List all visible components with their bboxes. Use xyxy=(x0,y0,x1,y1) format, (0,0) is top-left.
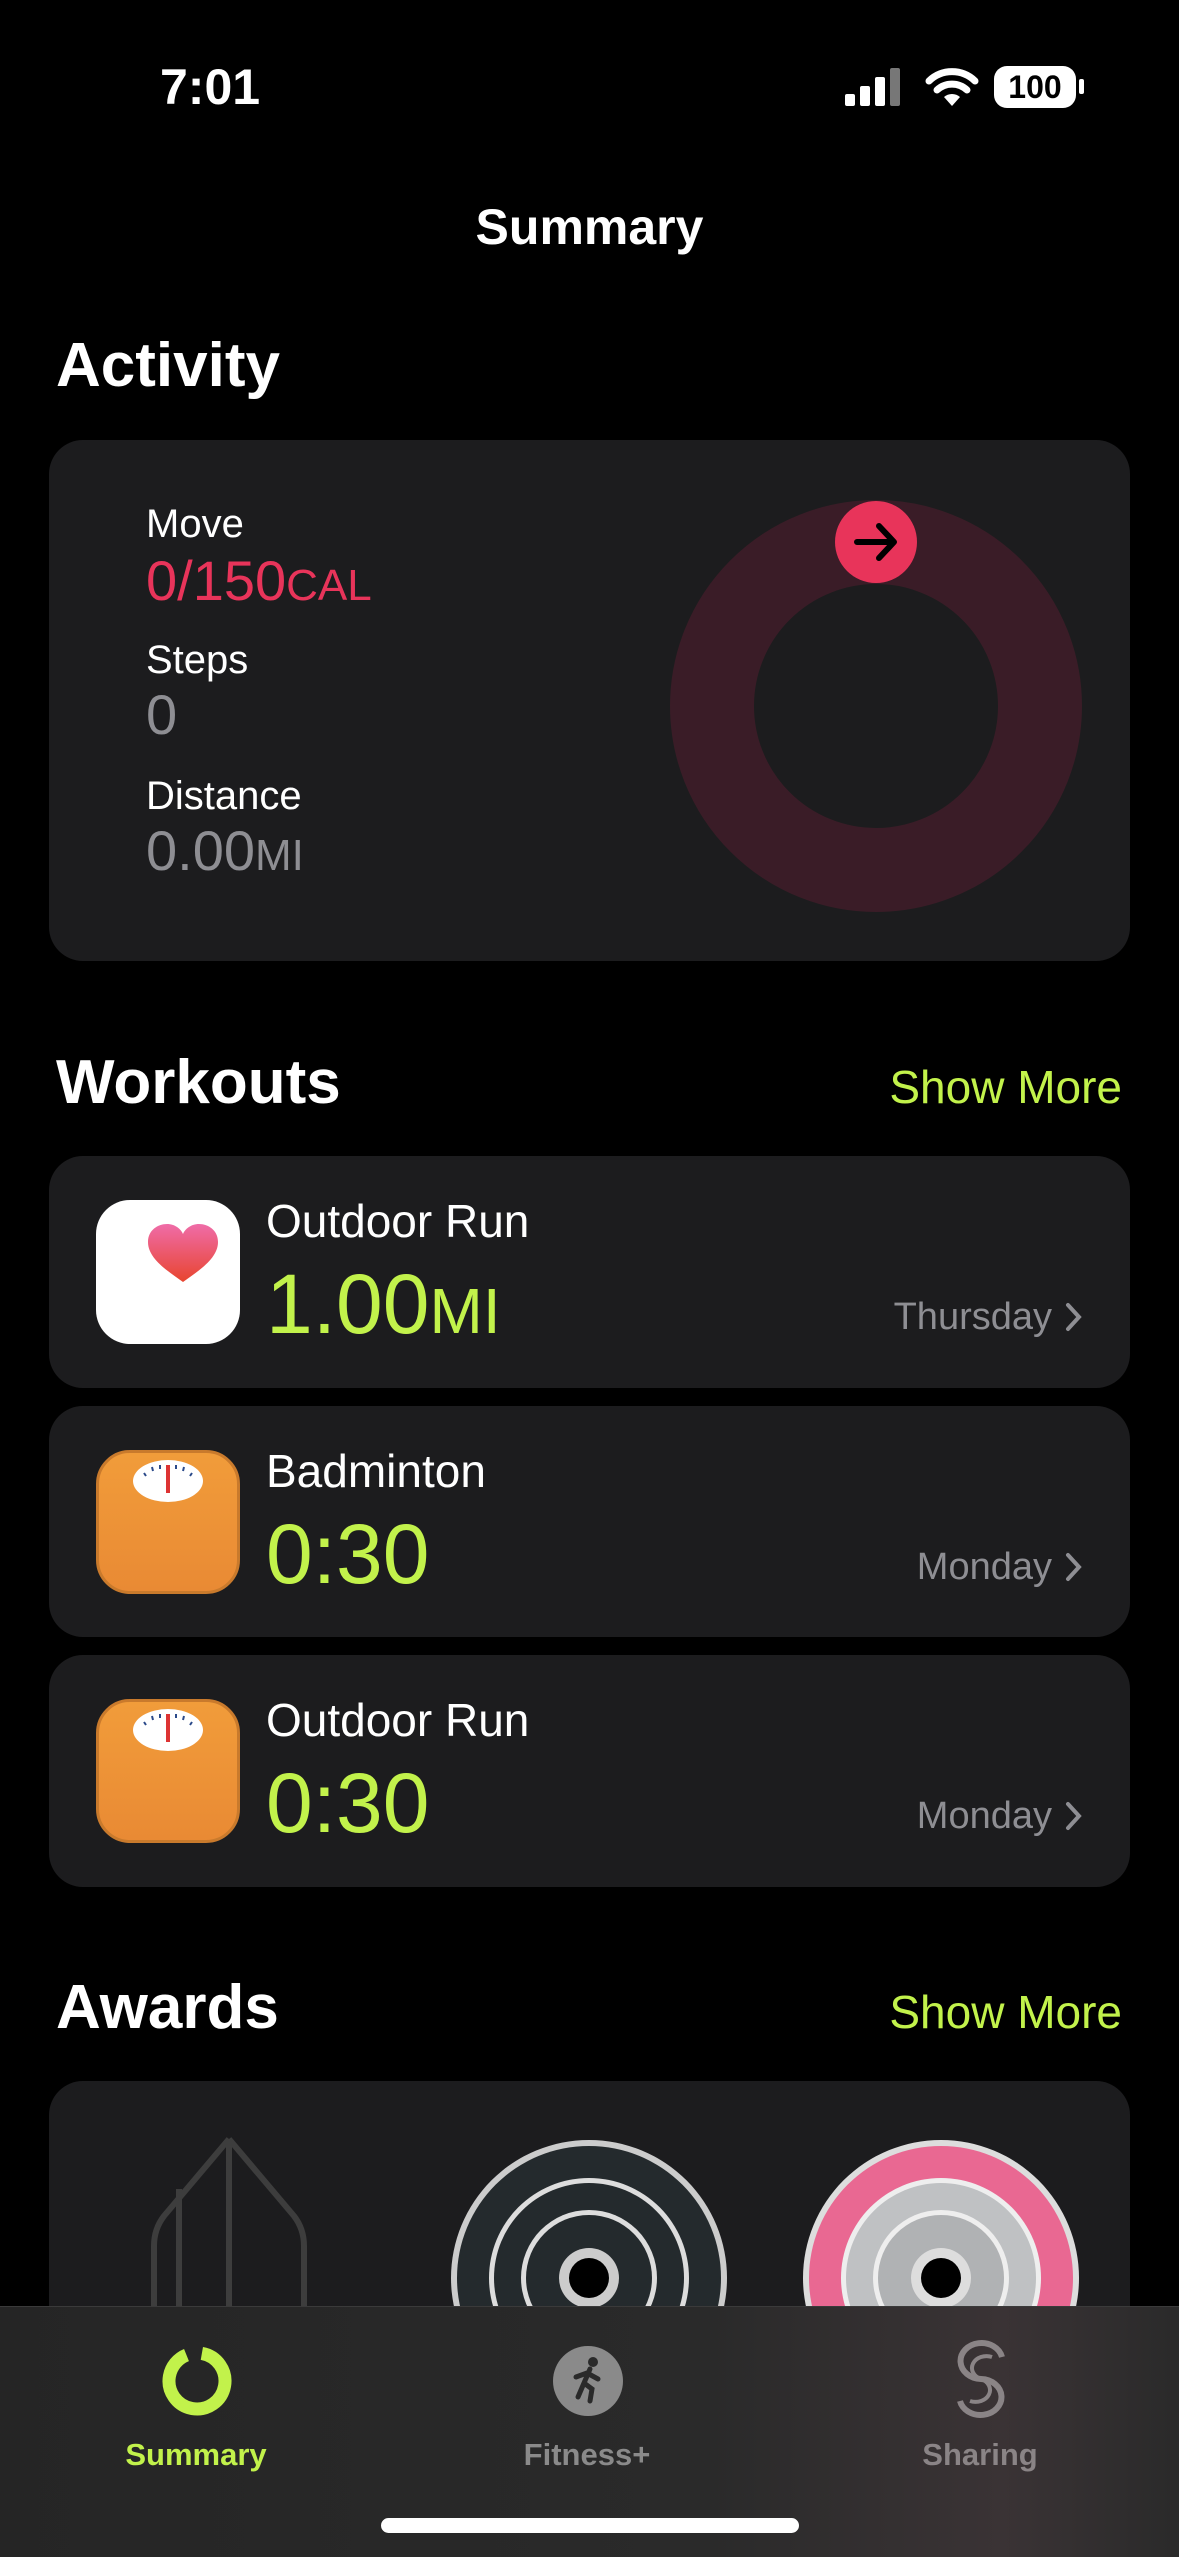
scale-icon xyxy=(96,1699,240,1843)
page-title: Summary xyxy=(475,199,704,255)
wifi-icon xyxy=(925,68,979,106)
distance-unit: MI xyxy=(255,831,304,880)
move-value: 0/150CAL xyxy=(146,548,372,613)
workout-name: Outdoor Run xyxy=(266,1694,530,1746)
health-heart-icon xyxy=(96,1200,240,1344)
home-indicator[interactable] xyxy=(381,2518,799,2533)
workout-day: Thursday xyxy=(893,1296,1052,1338)
workout-amount: 1.00 xyxy=(266,1257,430,1351)
move-ring xyxy=(670,500,1082,912)
workouts-heading: Workouts xyxy=(56,1048,341,1117)
distance-label: Distance xyxy=(146,774,302,818)
workout-row[interactable]: Badminton 0:30 Monday xyxy=(49,1406,1130,1637)
battery-tip xyxy=(1079,79,1084,94)
activity-ring-icon xyxy=(162,2346,232,2416)
tab-sharing[interactable]: Sharing xyxy=(830,2327,1130,2527)
workout-row[interactable]: Outdoor Run 1.00MI Thursday xyxy=(49,1156,1130,1388)
workout-value: 0:30 xyxy=(266,1507,430,1601)
status-time: 7:01 xyxy=(160,59,261,115)
move-unit: CAL xyxy=(286,561,372,610)
move-amount: 0/150 xyxy=(146,549,287,612)
chevron-right-icon xyxy=(1066,1553,1082,1581)
tab-label: Fitness+ xyxy=(523,2437,651,2472)
workout-name: Badminton xyxy=(266,1445,486,1497)
awards-heading: Awards xyxy=(56,1973,279,2042)
steps-value: 0 xyxy=(146,683,178,746)
battery-indicator: 100 xyxy=(994,66,1076,108)
cellular-signal-icon xyxy=(845,68,900,106)
awards-show-more-button[interactable]: Show More xyxy=(889,1985,1122,2039)
workouts-show-more-button[interactable]: Show More xyxy=(889,1060,1122,1114)
workout-row[interactable]: Outdoor Run 0:30 Monday xyxy=(49,1655,1130,1887)
workout-value: 1.00MI xyxy=(266,1256,501,1353)
chevron-right-icon xyxy=(1066,1303,1082,1331)
tab-label: Sharing xyxy=(922,2437,1038,2472)
distance-value: 0.00MI xyxy=(146,818,304,883)
activity-card[interactable]: Move 0/150CAL Steps 0 Distance 0.00MI xyxy=(49,440,1130,961)
workout-value: 0:30 xyxy=(266,1756,430,1850)
move-label: Move xyxy=(146,502,244,546)
tab-label: Summary xyxy=(125,2437,267,2472)
distance-amount: 0.00 xyxy=(146,819,255,882)
runner-icon xyxy=(553,2346,623,2416)
workout-unit: MI xyxy=(429,1275,501,1347)
tab-summary[interactable]: Summary xyxy=(46,2327,346,2527)
chevron-right-icon xyxy=(1066,1802,1082,1830)
sharing-icon xyxy=(957,2340,1005,2418)
tab-fitness-plus[interactable]: Fitness+ xyxy=(437,2327,737,2527)
workout-name: Outdoor Run xyxy=(266,1195,530,1247)
workout-day: Monday xyxy=(916,1795,1052,1837)
activity-heading: Activity xyxy=(56,331,280,400)
steps-label: Steps xyxy=(146,638,249,682)
workout-day: Monday xyxy=(916,1546,1052,1588)
scale-icon xyxy=(96,1450,240,1594)
